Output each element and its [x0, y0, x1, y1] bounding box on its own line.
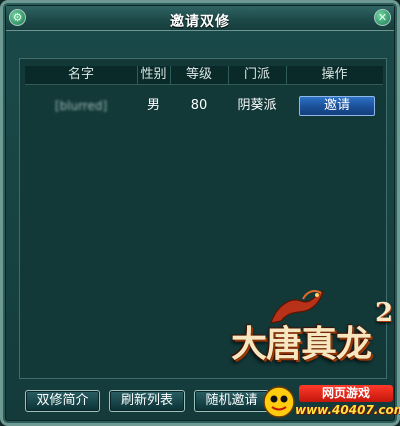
- window-titlebar: ⚙ 邀请双修 ✕: [6, 6, 394, 31]
- mascot-icon: [263, 386, 295, 418]
- invite-dual-cultivation-window: ⚙ 邀请双修 ✕ 名字 性别 等级 门派 操作 [blurred] 男 80 阴…: [0, 0, 400, 426]
- column-header-level: 等级: [185, 67, 212, 82]
- promo-label: 网页游戏: [299, 385, 393, 402]
- column-header-name: 名字: [67, 67, 94, 82]
- player-gender: 男: [146, 98, 160, 113]
- invite-button[interactable]: 邀请: [299, 96, 375, 116]
- column-divider: [137, 66, 138, 84]
- player-level: 80: [190, 98, 208, 113]
- column-header-sect: 门派: [243, 67, 270, 82]
- list-header: 名字 性别 等级 门派 操作: [25, 66, 383, 85]
- player-sect: 阴葵派: [237, 98, 277, 113]
- close-icon[interactable]: ✕: [374, 9, 391, 26]
- logo-text: 大唐真龙: [231, 323, 372, 365]
- refresh-list-button[interactable]: 刷新列表: [109, 390, 185, 412]
- column-header-gender: 性别: [140, 67, 167, 82]
- column-divider: [170, 66, 171, 84]
- player-name: [blurred]: [54, 99, 108, 113]
- dual-cultivation-intro-button[interactable]: 双修简介: [25, 390, 100, 412]
- promo-badge: 网页游戏 www.40407.com: [259, 384, 400, 420]
- table-row: [blurred] 男 80 阴葵派 邀请: [25, 95, 383, 117]
- column-divider: [286, 66, 287, 84]
- promo-url: www.40407.com: [295, 403, 400, 417]
- column-header-action: 操作: [321, 67, 348, 82]
- window-title: 邀请双修: [170, 14, 230, 30]
- logo-superscript: 2: [375, 298, 394, 328]
- column-divider: [228, 66, 229, 84]
